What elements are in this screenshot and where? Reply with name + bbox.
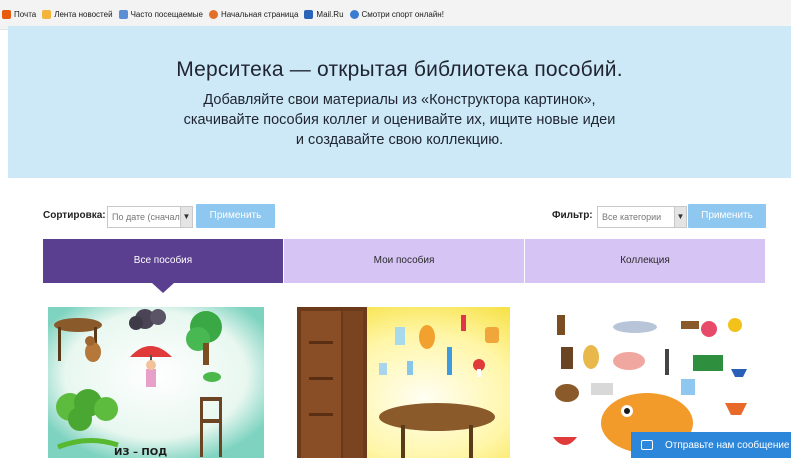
hero-line: Добавляйте свои материалы из «Конструкто… <box>203 92 596 108</box>
bookmark-label: Смотри спорт онлайн! <box>361 10 444 19</box>
mailru-icon <box>304 10 314 19</box>
message-icon <box>641 440 653 450</box>
chevron-down-icon: ▼ <box>180 207 192 227</box>
hero-title: Мерситека — открытая библиотека пособий. <box>176 58 623 81</box>
hero-line: скачивайте пособия коллег и оценивайте и… <box>183 112 616 128</box>
bookmark-frequent[interactable]: Часто посещаемые <box>118 10 203 19</box>
bookmark-home[interactable]: Начальная страница <box>209 10 298 19</box>
filter-apply-button[interactable]: Применить <box>688 204 766 228</box>
material-card[interactable]: ИЗ – ПОД <box>48 307 264 458</box>
controls-row: Сортировка: По дате (сначала ▼ Применить… <box>0 203 791 229</box>
bookmark-mail[interactable]: Почта <box>2 10 36 19</box>
card-caption: ИЗ – ПОД <box>114 447 167 458</box>
frequent-icon <box>118 10 128 19</box>
sort-select[interactable]: По дате (сначала ▼ <box>107 206 193 228</box>
hero-banner: Мерситека — открытая библиотека пособий.… <box>8 26 791 178</box>
bookmark-news-feed[interactable]: Лента новостей <box>42 10 113 19</box>
card-thumbnail: ИЗ – ПОД <box>48 307 264 458</box>
send-message-widget[interactable]: Отправьте нам сообщение <box>631 432 791 458</box>
bookmark-mailru[interactable]: Mail.Ru <box>304 10 344 19</box>
home-icon <box>209 10 218 19</box>
news-feed-icon <box>42 10 52 19</box>
tab-my-materials[interactable]: Мои пособия <box>284 239 524 283</box>
bookmark-label: Начальная страница <box>221 10 299 19</box>
hero-line: и создавайте свою коллекцию. <box>295 132 504 148</box>
filter-label: Фильтр: <box>552 210 593 221</box>
sort-apply-button[interactable]: Применить <box>196 204 275 228</box>
filter-select[interactable]: Все категории ▼ <box>597 206 687 228</box>
bookmark-label: Mail.Ru <box>316 10 344 19</box>
sort-select-value: По дате (сначала <box>112 212 185 222</box>
chevron-down-icon: ▼ <box>674 207 686 227</box>
tab-all-materials[interactable]: Все пособия <box>43 239 283 293</box>
bookmark-label: Почта <box>14 10 37 19</box>
filter-select-value: Все категории <box>602 212 662 222</box>
sort-label: Сортировка: <box>43 210 106 221</box>
material-card[interactable] <box>297 307 510 458</box>
bookmark-sport[interactable]: Смотри спорт онлайн! <box>349 10 444 19</box>
mail-icon <box>2 10 11 19</box>
tab-collection[interactable]: Коллекция <box>525 239 765 283</box>
card-thumbnail <box>297 307 510 458</box>
bookmark-label: Лента новостей <box>54 10 113 19</box>
chat-label: Отправьте нам сообщение <box>665 439 790 451</box>
bookmark-label: Часто посещаемые <box>130 10 203 19</box>
sport-icon <box>349 10 359 19</box>
